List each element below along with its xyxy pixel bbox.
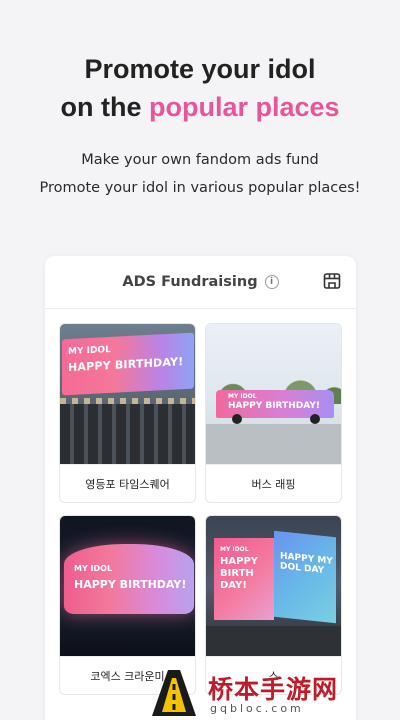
billboard-screen: MY IDOL HAPPY BIRTHDAY! <box>62 332 194 396</box>
bus-wheel <box>310 414 320 424</box>
card-title: ADS Fundraising <box>122 274 258 290</box>
watermark-logo <box>152 670 196 716</box>
banner-small-text: MY IDOL <box>220 546 249 553</box>
hero-subtitle: Make your own fandom ads fund Promote yo… <box>0 146 400 202</box>
street <box>206 626 341 656</box>
hero-title-line1: Promote your idol <box>84 54 316 84</box>
banner-big-text: HAPPY BIRTHDAY! <box>74 578 187 591</box>
info-icon[interactable]: i <box>264 275 279 289</box>
watermark-text: 桥本手游网 <box>208 675 339 704</box>
watermark-url: gqbloc.com <box>210 702 304 715</box>
hero-title-accent: popular places <box>148 92 340 122</box>
watermark: 桥本手游网 gqbloc.com <box>150 668 400 720</box>
banner-small-text: MY IDOL <box>228 393 257 400</box>
road <box>206 424 341 464</box>
place-label: 영등포 타임스퀘어 <box>60 464 195 502</box>
hero-title: Promote your idol on the popular places <box>0 50 400 126</box>
banner-small-text: MY IDOL <box>74 564 113 573</box>
place-image: MY IDOL HAPPY BIRTHDAY! <box>60 324 195 464</box>
building-entrance <box>60 404 195 464</box>
banner-right-text: HAPPY MY DOL DAY <box>280 551 333 577</box>
banner-big-text: HAPPY BIRTH DAY! <box>220 556 259 591</box>
place-image: HAPPY MY DOL DAY MY IDOL HAPPY BIRTH DAY… <box>206 516 341 656</box>
place-image: MY IDOL HAPPY BIRTHDAY! <box>206 324 341 464</box>
ads-fundraising-card: ADS Fundraising i MY IDOL HAPPY BIRTHDAY… <box>45 256 356 720</box>
banner-big-text: HAPPY BIRTHDAY! <box>68 355 184 375</box>
banner-big-text: HAPPY BIRTHDAY! <box>228 401 320 411</box>
billboard-screen-right: HAPPY MY DOL DAY <box>274 530 336 624</box>
hero-subtitle-line2: Promote your idol in various popular pla… <box>39 180 361 196</box>
billboard-screen: MY IDOL HAPPY BIRTHDAY! <box>64 544 194 614</box>
card-divider <box>45 308 356 309</box>
hero-subtitle-line1: Make your own fandom ads fund <box>81 152 319 168</box>
card-header: ADS Fundraising i <box>45 256 356 308</box>
banner-small-text: MY IDOL <box>68 344 111 358</box>
billboard-screen-left: MY IDOL HAPPY BIRTH DAY! <box>214 538 274 620</box>
place-label: 버스 래핑 <box>206 464 341 502</box>
store-icon[interactable] <box>322 271 342 291</box>
hero-title-line2: on the popular places <box>0 88 400 126</box>
hero-title-prefix: on the <box>60 92 149 122</box>
place-tile-times-square[interactable]: MY IDOL HAPPY BIRTHDAY! 영등포 타임스퀘어 <box>59 323 196 503</box>
place-tile-bus-wrapping[interactable]: MY IDOL HAPPY BIRTHDAY! 버스 래핑 <box>205 323 342 503</box>
place-image: MY IDOL HAPPY BIRTHDAY! <box>60 516 195 656</box>
bus-wheel <box>232 414 242 424</box>
